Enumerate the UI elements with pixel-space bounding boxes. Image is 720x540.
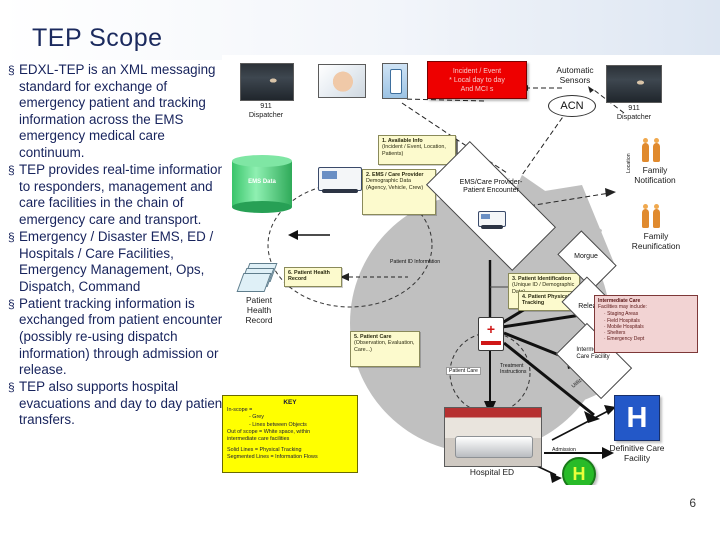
note-5-body: (Observation, Evaluation, Care...) [354, 340, 415, 353]
bullet-text: TEP provides real-time information to re… [19, 162, 225, 227]
encounter-responder-icon [478, 211, 506, 229]
key-line-6: Solid Lines = Physical Tracking [227, 447, 302, 454]
patient-monitor-device [478, 317, 504, 351]
acn-ellipse: ACN [548, 95, 596, 117]
encounter-diamond-label: EMS/Care Provider- Patient Encounter [459, 179, 523, 195]
definitive-care-facility-icon: H [614, 395, 660, 441]
caller-phone-photo [318, 64, 366, 98]
note-5: 5. Patient Care (Observation, Evaluation… [350, 331, 420, 367]
note-2-title: EMS / Care Provider [372, 172, 424, 178]
page-title: TEP Scope [32, 24, 163, 52]
ems-data-cylinder: EMS Data [232, 155, 292, 213]
key-line-4: Out of scope = White space, within [227, 428, 311, 435]
morgue-diamond-label: Morgue [574, 253, 598, 260]
edge-label-location: Location [626, 153, 632, 173]
bullet-marker: § [8, 163, 15, 178]
911-dispatcher-right-photo [606, 65, 662, 103]
page-number: 6 [689, 496, 696, 510]
incident-line1: Incident / Event [452, 67, 502, 75]
intermediate-box-subtitle: Facilities may include: [598, 304, 647, 311]
edge-label-patient-id-information: Patient ID Information [390, 259, 441, 265]
key-line-5: intermediate care facilities [227, 436, 290, 443]
intermediate-box-list: Staging Areas Field Hospitals Mobile Hos… [604, 311, 694, 342]
key-line-2: - Grey [249, 414, 264, 421]
definitive-care-facility-label: Definitive Care Facility [609, 443, 665, 463]
note-2-num: 2. [366, 172, 371, 178]
key-line-1: In-scope = [227, 407, 253, 414]
note-1-body: (Incident / Event, Location, Patients) [382, 144, 446, 157]
list-item: § Patient tracking information is exchan… [8, 296, 230, 379]
mobile-device-photo [382, 63, 408, 99]
bullet-marker: § [8, 380, 15, 395]
note-1-title: Available Info [387, 138, 423, 144]
bullet-marker: § [8, 296, 15, 311]
list-item: § EDXL-TEP is an XML messaging standard … [8, 62, 230, 162]
list-item: § TEP also supports hospital evacuations… [8, 379, 230, 429]
automatic-sensors-label: Automatic Sensors [556, 65, 594, 85]
patient-health-record-label: Patient Health Record [245, 295, 273, 325]
edge-label-patient-care: Patient Care [446, 367, 481, 375]
note-5-num: 5. [354, 334, 359, 340]
note-5-title: Patient Care [360, 334, 392, 340]
bullet-marker: § [8, 63, 15, 77]
note-1-num: 1. [382, 138, 387, 144]
hospital-ed-photo [444, 407, 542, 467]
edge-label-admission: Admission [552, 447, 576, 453]
list-item: § Emergency / Disaster EMS, ED / Hospita… [8, 229, 230, 295]
key-line-7: Segmented Lines = Information Flows [227, 454, 318, 461]
911-dispatcher-left-photo [240, 63, 294, 101]
note-3-title: Patient Identification [518, 276, 572, 282]
note-6: 6. Patient Health Record [284, 267, 342, 287]
family-reunification-label: Family Reunification [631, 231, 681, 251]
incident-event-box: Incident / Event * Local day to day And … [427, 61, 527, 99]
ambulance-icon [318, 167, 362, 193]
dispatcher-left-line2: Dispatcher [248, 109, 284, 119]
bullet-marker: § [8, 229, 15, 244]
list-item: Emergency Dept [604, 336, 694, 342]
family-notification-icon [640, 137, 668, 163]
bullet-text: TEP also supports hospital evacuations a… [19, 379, 226, 428]
note-4-num: 4. [522, 294, 527, 300]
hospital-ed-label: Hospital ED [469, 467, 515, 477]
note-6-title: Patient Health Record [288, 270, 330, 283]
note-6-num: 6. [288, 270, 293, 276]
note-3-num: 3. [512, 276, 517, 282]
dispatcher-right-label: 911 Dispatcher [598, 103, 670, 121]
key-legend-box: KEY In-scope = - Grey - Lines between Ob… [222, 395, 358, 473]
family-reunification-icon [640, 203, 668, 229]
ems-data-label: EMS Data [248, 179, 276, 186]
slide-root: TEP Scope § EDXL-TEP is an XML messaging… [0, 0, 720, 540]
edge-label-treatment-instructions: Treatment Instructions [500, 363, 527, 375]
note-1: 1. Available Info (Incident / Event, Loc… [378, 135, 456, 165]
key-line-3: - Lines between Objects [249, 421, 307, 428]
bullet-text: EDXL-TEP is an XML messaging standard fo… [19, 62, 216, 160]
bullet-text: Patient tracking information is exchange… [19, 295, 223, 378]
list-item: § TEP provides real-time information to … [8, 162, 230, 228]
key-title: KEY [283, 399, 297, 406]
incident-line3: And MCI s [460, 85, 494, 93]
dispatcher-left-label: 911 Dispatcher [230, 101, 302, 119]
specialty-care-facility-icon: H [562, 457, 596, 485]
incident-line2: * Local day to day [449, 76, 505, 84]
bullet-list: § EDXL-TEP is an XML messaging standard … [8, 62, 230, 430]
tep-scope-diagram: 911 Dispatcher Incident / Event * Local … [222, 55, 720, 485]
dispatcher-right-line2: Dispatcher [616, 111, 652, 121]
bullet-text: Emergency / Disaster EMS, ED / Hospitals… [19, 228, 214, 294]
patient-health-record-icon [236, 263, 278, 292]
intermediate-care-facilities-box: Intermediate Care Facilities may include… [594, 295, 698, 353]
